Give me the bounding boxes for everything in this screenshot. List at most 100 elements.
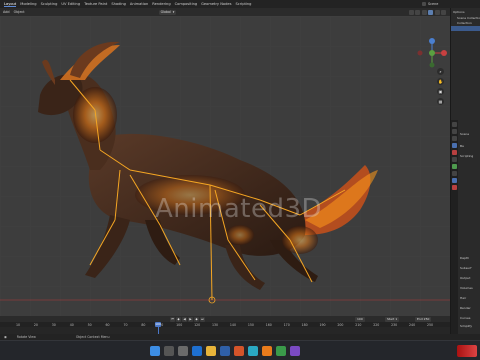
object-menu[interactable]: Object [14,10,25,14]
tab-texture-paint[interactable]: Texture Paint [84,2,107,6]
timeline-tick: 220 [373,322,380,327]
start-value: 1 [395,316,398,321]
properties-panel: Scene Ba Scripting Depth Subsurf Output … [450,120,480,334]
camera-view-icon[interactable]: ▣ [437,88,444,95]
perspective-toggle-icon[interactable]: ▦ [437,98,444,105]
orientation-dropdown[interactable]: Global ▾ [158,9,177,15]
prop-label-simplify[interactable]: Simplify [460,324,472,328]
wireframe-shading-icon[interactable] [421,9,427,15]
start-frame-field[interactable]: Start 1 [385,316,400,322]
tab-animation[interactable]: Animation [130,2,148,6]
app-icon[interactable] [248,346,258,356]
file-explorer-icon[interactable] [206,346,216,356]
3d-viewport[interactable]: Animated3D ⌕ ✋ ▣ ▦ [0,16,450,316]
notification-thumbnail[interactable] [457,345,477,357]
orientation-label: Global [160,10,171,14]
prop-label-volumes[interactable]: Volumes [460,286,473,290]
render-tab-icon[interactable] [452,129,457,134]
front-leg-left [85,215,130,278]
timeline-tick: 80 [141,322,146,327]
tab-compositing[interactable]: Compositing [175,2,198,6]
start-icon[interactable] [150,346,160,356]
scene-label[interactable]: Scene [428,2,438,6]
add-menu[interactable]: Add [3,10,10,14]
tab-scripting[interactable]: Scripting [235,2,251,6]
object-tab-icon[interactable] [452,157,457,162]
pan-hand-icon[interactable]: ✋ [437,78,444,85]
prop-label-render[interactable]: Render [460,306,471,310]
prop-label-hair[interactable]: Hair [460,296,466,300]
prop-label-curves[interactable]: Curves [460,316,470,320]
task-view-icon[interactable] [178,346,188,356]
end-value: 250 [423,316,430,321]
solid-shading-icon[interactable] [428,9,433,15]
xray-icon[interactable] [415,9,420,15]
material-tab-icon[interactable] [452,185,457,190]
viewport-header: Add Object Global ▾ [0,8,450,16]
scene-tab-icon[interactable] [452,143,457,148]
jump-start-icon[interactable]: ⏮ [170,316,175,322]
outliner-panel: Options Scene Collection Collection [450,8,480,120]
watermark-text: Animated3D [155,194,323,224]
timeline-tick: 120 [194,322,201,327]
scene-selector: Scene [420,0,480,8]
prop-label-subsurf[interactable]: Subsurf [460,266,471,270]
timeline-tick: 20 [33,322,38,327]
windows-taskbar [0,340,480,360]
play-reverse-icon[interactable]: ◀ [182,316,187,322]
options-label[interactable]: Options [451,8,480,16]
rendered-shading-icon[interactable] [441,9,446,15]
overlay-icon[interactable] [408,9,414,15]
blender-icon[interactable] [262,346,272,356]
outliner-row-selected[interactable] [451,26,480,31]
status-mouse-icon: ◉ [4,335,7,339]
tab-shading[interactable]: Shading [111,2,126,6]
timeline-tick: 40 [69,322,74,327]
office-icon[interactable] [234,346,244,356]
playback-controls: ⏮ ◆ ◀ ▶ ◆ ⏭ [170,316,205,322]
tab-uv-editing[interactable]: UV Editing [61,2,80,6]
prop-label-depth[interactable]: Depth [460,256,469,260]
navigation-gizmo[interactable] [417,38,447,68]
material-shading-icon[interactable] [434,9,440,15]
timeline-tick: 180 [301,322,308,327]
timeline-tick: 10 [15,322,21,327]
prop-label-scripting: Scripting [460,154,474,158]
chrome-icon[interactable] [276,346,286,356]
zoom-icon[interactable]: ⌕ [437,68,444,75]
status-middle-text: Object Context Menu [75,335,110,339]
prop-label-scene: Scene [460,132,470,136]
current-frame-field[interactable]: 100 [355,316,365,322]
scene-icon [422,2,426,6]
world-tab-icon[interactable] [452,150,457,155]
search-icon[interactable] [164,346,174,356]
physics-tab-icon[interactable] [452,171,457,176]
timeline-tick: 150 [247,322,254,327]
purple-app-icon[interactable] [290,346,300,356]
tool-tab-icon[interactable] [452,122,457,127]
tab-modeling[interactable]: Modeling [20,2,36,6]
prev-keyframe-icon[interactable]: ◆ [176,316,181,322]
start-label: Start [387,316,395,321]
timeline-tick: 60 [105,322,110,327]
prop-label-output[interactable]: Output [460,276,470,280]
tab-sculpting[interactable]: Sculpting [41,2,58,6]
modifier-tab-icon[interactable] [452,164,457,169]
tab-layout[interactable]: Layout [4,2,16,7]
prop-label-ba: Ba [460,144,464,148]
frame-ruler[interactable]: 10 20 30 40 50 60 70 80 90 100 120 130 140 150 160 170 1… [0,322,450,327]
timeline-tick: 190 [319,322,326,327]
tab-geometry-nodes[interactable]: Geometry Nodes [201,2,231,6]
output-tab-icon[interactable] [452,136,457,141]
next-keyframe-icon[interactable]: ◆ [194,316,199,322]
end-frame-field[interactable]: End 250 [415,316,432,322]
play-icon[interactable]: ▶ [188,316,193,322]
edge-icon[interactable] [192,346,202,356]
jump-end-icon[interactable]: ⏭ [200,316,205,322]
tab-rendering[interactable]: Rendering [152,2,170,6]
timeline-area[interactable]: 10 20 30 40 50 60 70 80 90 100 120 130 140 150 160 170 1… [0,322,450,334]
store-icon[interactable] [220,346,230,356]
creature-render [0,41,450,304]
data-tab-icon[interactable] [452,178,457,183]
shading-buttons [408,9,446,15]
